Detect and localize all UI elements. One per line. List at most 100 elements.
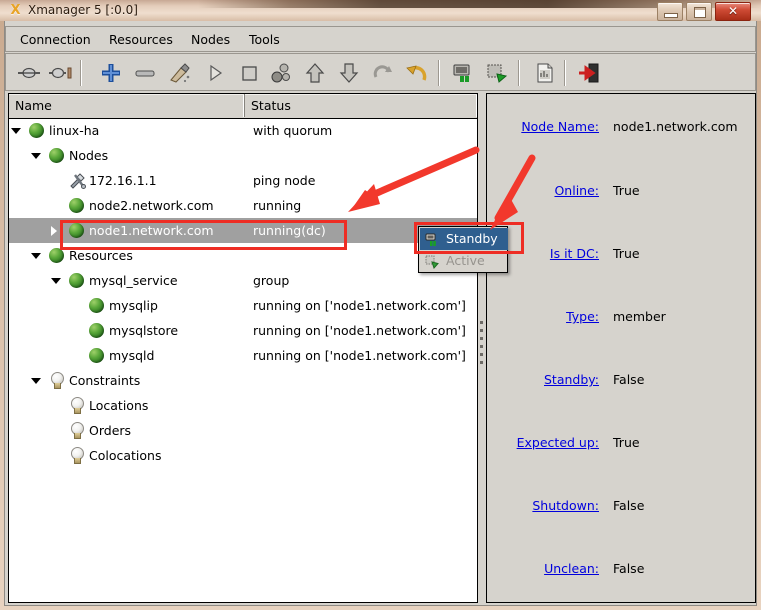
splitter-grip-dot: [480, 337, 483, 340]
field-standby-label[interactable]: Standby:: [487, 372, 599, 388]
field-unclean-value: False: [613, 561, 645, 576]
tree-row[interactable]: Locations: [9, 393, 477, 418]
close-icon: ✕: [727, 4, 739, 18]
column-header-name[interactable]: Name: [9, 94, 245, 117]
tree-row[interactable]: mysql_service group: [9, 268, 477, 293]
tree-row-name: Constraints: [69, 373, 141, 388]
field-expected-up-value: True: [613, 435, 640, 450]
move-up-icon[interactable]: [302, 61, 328, 85]
tree-row-status: running on ['node1.network.com']: [253, 298, 466, 313]
light-bulb-icon: [69, 422, 84, 439]
tree-row[interactable]: mysqlstore running on ['node1.network.com…: [9, 318, 477, 343]
light-bulb-icon: [69, 397, 84, 414]
toolbar-separator: [518, 60, 520, 86]
tree-row[interactable]: Colocations: [9, 443, 477, 468]
field-unclean-label[interactable]: Unclean:: [487, 561, 599, 577]
stop-icon[interactable]: [236, 61, 262, 85]
move-down-icon[interactable]: [336, 61, 362, 85]
migrate-icon[interactable]: [268, 61, 294, 85]
light-bulb-icon: [69, 447, 84, 464]
field-is-it-dc-value: True: [613, 246, 640, 261]
minimize-button[interactable]: [657, 2, 683, 21]
field-shutdown-value: False: [613, 498, 645, 513]
node-active-icon: [425, 254, 439, 269]
tree-row-name: mysql_service: [89, 273, 178, 288]
expand-arrow-right-icon[interactable]: [51, 226, 57, 236]
green-ball-icon: [89, 298, 104, 313]
tree-row[interactable]: mysqld running on ['node1.network.com']: [9, 343, 477, 368]
node-active-icon[interactable]: [484, 61, 510, 85]
remove-icon[interactable]: [132, 61, 158, 85]
expand-arrow-down-icon[interactable]: [31, 253, 41, 259]
toolbar-separator: [564, 60, 566, 86]
menu-tools[interactable]: Tools: [243, 31, 286, 49]
field-shutdown-label[interactable]: Shutdown:: [487, 498, 599, 514]
field-node-name-label[interactable]: Node Name:: [487, 119, 599, 135]
exit-icon[interactable]: [576, 61, 602, 85]
tree-header: Name Status: [9, 94, 477, 119]
expand-arrow-down-icon[interactable]: [31, 378, 41, 384]
field-expected-up-label[interactable]: Expected up:: [487, 435, 599, 451]
splitter-grip-dot: [480, 361, 483, 364]
disconnect-icon[interactable]: [48, 61, 74, 85]
maximize-icon: [694, 7, 706, 18]
light-bulb-icon: [49, 372, 64, 389]
green-ball-icon: [49, 248, 64, 263]
field-type-value: member: [613, 309, 666, 324]
field-node-name-value: node1.network.com: [613, 119, 738, 134]
annotation-arrow-to-standby: [490, 154, 536, 230]
minimize-icon: [664, 13, 678, 18]
green-ball-icon: [69, 273, 84, 288]
annotation-rect-selected-row: [60, 220, 347, 250]
menu-resources[interactable]: Resources: [103, 31, 179, 49]
tree-row-name: Colocations: [89, 448, 162, 463]
refresh-icon[interactable]: [370, 61, 396, 85]
expand-arrow-down-icon[interactable]: [11, 128, 21, 134]
menu-connection[interactable]: Connection: [14, 31, 97, 49]
tree-row-status: group: [253, 273, 290, 288]
expand-arrow-down-icon[interactable]: [31, 153, 41, 159]
splitter-grip-dot: [480, 321, 483, 324]
toolbar-separator: [80, 60, 82, 86]
window-title: Xmanager 5 [:0.0]: [28, 3, 138, 17]
tree-row[interactable]: mysqlip running on ['node1.network.com']: [9, 293, 477, 318]
close-button[interactable]: ✕: [715, 2, 751, 21]
node-standby-icon[interactable]: [450, 61, 476, 85]
connect-icon[interactable]: [16, 61, 42, 85]
green-ball-icon: [89, 348, 104, 363]
field-type-label[interactable]: Type:: [487, 309, 599, 325]
tree-row-name: linux-ha: [49, 123, 100, 138]
toolbar-separator: [438, 60, 440, 86]
toolbar: [5, 53, 756, 91]
green-ball-icon: [49, 148, 64, 163]
menu-bar: Connection Resources Nodes Tools: [5, 26, 756, 52]
undo-icon[interactable]: [404, 61, 430, 85]
title-bar[interactable]: X Xmanager 5 [:0.0] ✕: [0, 0, 761, 21]
menu-nodes[interactable]: Nodes: [185, 31, 236, 49]
tree-row-name: Locations: [89, 398, 149, 413]
start-icon[interactable]: [202, 61, 228, 85]
green-ball-icon: [69, 198, 84, 213]
splitter-grip-dot: [480, 329, 483, 332]
expand-arrow-down-icon[interactable]: [51, 278, 61, 284]
maximize-button[interactable]: [686, 2, 712, 21]
column-header-status[interactable]: Status: [245, 94, 477, 117]
tree-row[interactable]: Orders: [9, 418, 477, 443]
cleanup-brush-icon[interactable]: [166, 61, 192, 85]
tree-row-name: node2.network.com: [89, 198, 214, 213]
tree-row-name: mysqlip: [109, 298, 158, 313]
add-icon[interactable]: [98, 61, 124, 85]
tree-row-name: mysqlstore: [109, 323, 179, 338]
tree-row-name: mysqld: [109, 348, 155, 363]
tools-wrench-icon: [69, 172, 86, 189]
context-menu-item-active-label: Active: [446, 253, 485, 268]
report-icon[interactable]: [532, 61, 558, 85]
splitter-grip-dot: [480, 345, 483, 348]
app-window: X Xmanager 5 [:0.0] ✕ Connection Resourc…: [0, 0, 761, 610]
tree-row-status: ping node: [253, 173, 316, 188]
green-ball-icon: [29, 123, 44, 138]
tree-row-status: with quorum: [253, 123, 333, 138]
annotation-arrow-to-row: [348, 146, 480, 212]
tree-row-status: running: [253, 198, 302, 213]
tree-row[interactable]: Constraints: [9, 368, 477, 393]
